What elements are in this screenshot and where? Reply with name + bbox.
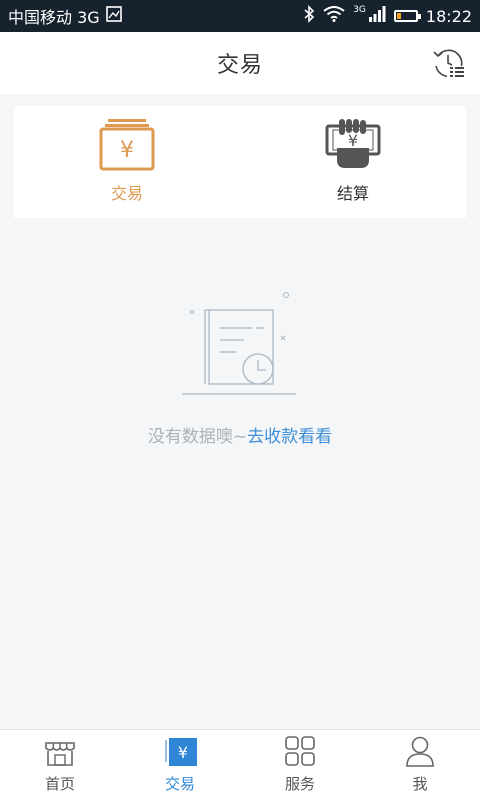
grid-icon (285, 736, 315, 766)
nav-item-home[interactable]: 首页 (0, 730, 120, 800)
tab-transactions[interactable]: ¥ 交易 (14, 106, 240, 218)
signal-icon (368, 6, 386, 26)
status-bar: 中国移动 3G 3G 18:22 (0, 0, 480, 32)
nav-label: 我 (412, 775, 428, 793)
svg-text:¥: ¥ (178, 743, 188, 762)
bluetooth-icon (303, 5, 315, 27)
store-icon (45, 742, 75, 766)
go-collect-link[interactable]: 去收款看看 (247, 427, 332, 447)
nav-label: 服务 (284, 775, 315, 793)
svg-text:¥: ¥ (120, 138, 134, 163)
wallet-yen-icon: ¥ (99, 119, 155, 171)
nav-label: 首页 (44, 775, 75, 793)
empty-state-message: 没有数据噢~去收款看看 (0, 422, 480, 447)
wifi-icon (323, 6, 345, 26)
user-icon (406, 736, 434, 767)
battery-icon (393, 10, 421, 22)
clock-text: 18:22 (425, 6, 472, 26)
header-bar: 交易 (0, 32, 480, 94)
image-notification-icon (105, 6, 122, 26)
category-tabs: ¥ 交易 ¥ 结算 (14, 106, 466, 218)
nav-label: 交易 (164, 775, 195, 793)
yen-tag-icon: ¥ (165, 738, 197, 766)
hand-money-icon: ¥ (325, 119, 381, 168)
status-left: 中国移动 3G (8, 4, 122, 28)
nav-item-me[interactable]: 我 (360, 730, 480, 800)
network-type-text: 3G (353, 5, 366, 15)
status-right: 3G 18:22 (303, 5, 472, 27)
history-list-icon[interactable] (430, 46, 466, 80)
carrier-text: 中国移动 3G (8, 8, 100, 27)
tab-settlement[interactable]: ¥ 结算 (240, 106, 466, 218)
empty-text: 没有数据噢~ (147, 427, 248, 447)
bottom-nav: 首页 ¥ 交易 服务 我 (0, 729, 480, 800)
document-clock-icon (182, 292, 296, 395)
nav-item-transactions[interactable]: ¥ 交易 (120, 730, 240, 800)
tab-label: 交易 (110, 184, 143, 203)
nav-item-services[interactable]: 服务 (240, 730, 360, 800)
tab-label: 结算 (336, 184, 369, 203)
page-title: 交易 (216, 53, 263, 78)
svg-text:¥: ¥ (348, 131, 358, 150)
